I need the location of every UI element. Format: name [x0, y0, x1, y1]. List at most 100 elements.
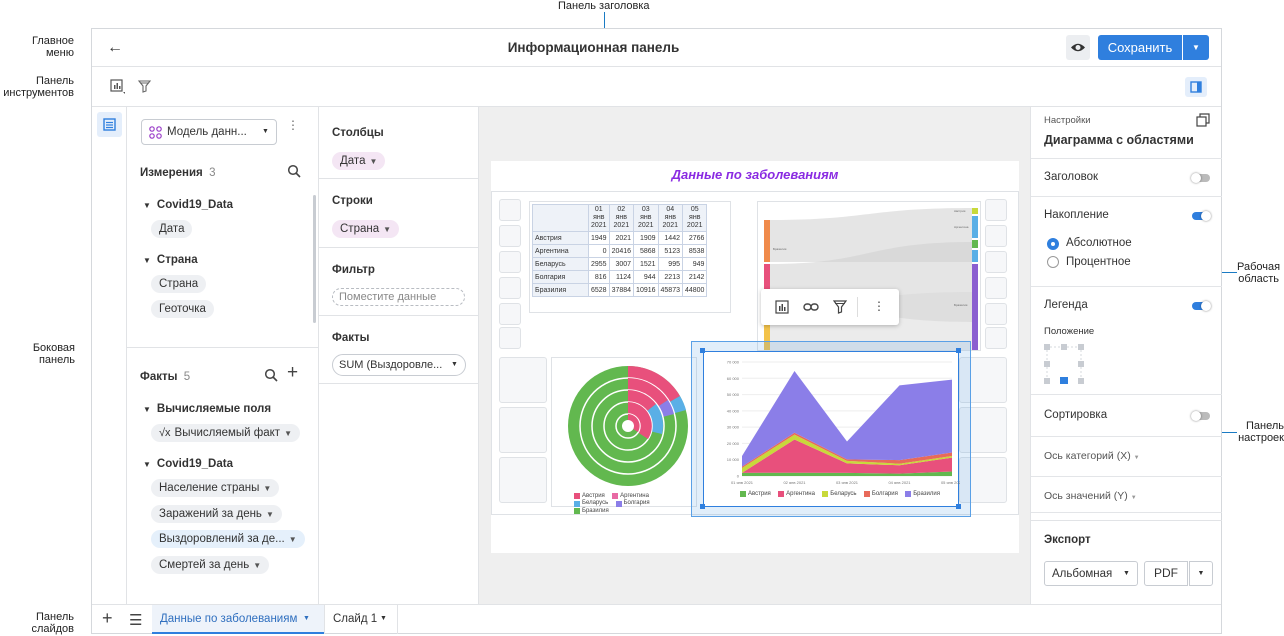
callout-title-panel: Панель заголовка: [558, 0, 650, 12]
chart-type-title: Диаграмма с областями: [1044, 133, 1194, 147]
y-axis-setting-row[interactable]: Ось значений (Y) ▼: [1031, 477, 1222, 513]
pivot-table-widget[interactable]: 01 янв 2021 02 янв 2021 03 янв 2021 04 янв 2021 …: [529, 201, 731, 313]
grid-cell: [985, 303, 1007, 325]
sorting-toggle[interactable]: [1191, 411, 1210, 421]
callout-slides: Панель слайдов: [31, 611, 74, 635]
title-panel: ← Информационная панель Сохранить ▼: [92, 29, 1221, 67]
area-chart: 70 000 60 000 50 000 40 000 30 000 20 000 10 0…: [727, 360, 964, 486]
copy-icon[interactable]: [1196, 113, 1210, 127]
model-icon: [149, 126, 162, 139]
dimensions-header: Измерения 3: [140, 167, 216, 179]
sidebar-splitter[interactable]: [127, 347, 319, 348]
percent-radio[interactable]: [1047, 256, 1059, 268]
sidebar-scrollbar[interactable]: [313, 195, 316, 323]
fact-chip[interactable]: Смертей за день ▼: [151, 556, 270, 574]
header-toggle[interactable]: [1191, 173, 1210, 183]
save-button[interactable]: Сохранить: [1098, 35, 1182, 60]
svg-text:Аргентина: Аргентина: [954, 225, 969, 229]
save-dropdown-button[interactable]: ▼: [1183, 35, 1209, 60]
chevron-down-icon: ▼: [451, 361, 458, 368]
legend-item: Болгария: [863, 491, 898, 498]
x-axis-setting-row[interactable]: Ось категорий (X) ▼: [1031, 437, 1222, 477]
table-row: Австрия 1949 2021 1909 1442 2766: [532, 231, 708, 245]
columns-slot: Столбцы Дата ▼: [319, 107, 478, 179]
data-panel-button[interactable]: [97, 112, 122, 137]
resize-handle[interactable]: [956, 504, 961, 509]
filter-drop-zone[interactable]: Поместите данные: [332, 288, 465, 306]
accumulation-toggle[interactable]: [1192, 211, 1211, 221]
model-select[interactable]: Модель данн... ▼: [141, 119, 277, 145]
legend-item: Болгария: [615, 500, 650, 507]
grid-cell: [499, 277, 521, 299]
tree-group-calculated[interactable]: ▼ Вычисляемые поля: [143, 401, 271, 415]
fact-chip[interactable]: Заражений за день ▼: [151, 505, 282, 523]
pivot-col-header: 04 янв 2021: [657, 204, 683, 232]
model-more-icon[interactable]: ⋮: [287, 119, 299, 131]
facts-select[interactable]: SUM (Выздоровле... ▼: [332, 354, 466, 376]
columns-chip[interactable]: Дата ▼: [332, 152, 386, 170]
slide-tab-active[interactable]: Данные по заболеваниям ▼: [152, 605, 324, 634]
dimension-chip[interactable]: Страна: [151, 275, 207, 293]
link-icon[interactable]: [803, 300, 819, 314]
search-icon[interactable]: [264, 368, 278, 382]
tree-group-dim-country[interactable]: ▼ Страна: [143, 252, 198, 266]
settings-panel-toggle-button[interactable]: [1185, 77, 1207, 97]
resize-handle[interactable]: [700, 504, 705, 509]
area-chart-widget[interactable]: 70 000 60 000 50 000 40 000 30 000 20 000 10 0…: [703, 351, 964, 507]
grid-cell: [985, 277, 1007, 299]
sankey-widget[interactable]: Бразилия Австрия Аргентина Бразилия: [757, 201, 981, 351]
dimension-chip[interactable]: Дата: [151, 220, 193, 238]
y-tick-label: 50 000: [727, 392, 740, 397]
table-row: Аргентина 0 20416 5868 5123 8538: [532, 244, 708, 258]
legend-item: Аргентина: [778, 491, 815, 498]
legend-position-picker[interactable]: [1044, 344, 1084, 384]
export-pdf-button[interactable]: PDF: [1144, 561, 1188, 586]
pivot-col-header: 02 янв 2021: [608, 204, 635, 232]
add-fact-icon[interactable]: +: [287, 362, 298, 384]
add-slide-icon[interactable]: +: [102, 608, 113, 629]
legend-item: Австрия: [740, 491, 771, 498]
x-tick-label: 05 янв 2021: [941, 480, 960, 485]
tree-group-fact-covid[interactable]: ▼ Covid19_Data: [143, 456, 233, 470]
pivot-col-header: 05 янв 2021: [681, 204, 708, 232]
table-row: Болгария 816 1124 944 2213 2142: [532, 270, 708, 284]
fact-chip[interactable]: Выздоровлений за де... ▼: [151, 530, 305, 548]
resize-handle[interactable]: [700, 348, 705, 353]
search-icon[interactable]: [287, 164, 301, 178]
grid-cell: [985, 327, 1007, 349]
slide-tab[interactable]: Слайд 1 ▼: [324, 605, 398, 634]
fact-chip[interactable]: Население страны ▼: [151, 479, 280, 497]
chart-insert-icon[interactable]: [110, 79, 126, 95]
chart-type-icon[interactable]: [775, 300, 789, 314]
grid-cell: [985, 199, 1007, 221]
caret-down-icon: ▼: [143, 201, 151, 210]
resize-handle[interactable]: [956, 348, 961, 353]
legend-toggle[interactable]: [1192, 301, 1211, 311]
eye-icon: [1071, 43, 1085, 52]
donut-widget[interactable]: Австрия Аргентина Беларусь Болгария Браз…: [551, 357, 697, 514]
slides-panel: + ☰ Данные по заболеваниям ▼ Слайд 1 ▼: [92, 604, 1221, 634]
dimension-chip[interactable]: Геоточка: [151, 300, 214, 318]
sidebar-nav: [92, 107, 127, 604]
rows-chip[interactable]: Страна ▼: [332, 220, 400, 238]
slides-menu-icon[interactable]: ☰: [129, 611, 142, 629]
orientation-select[interactable]: Альбомная ▼: [1044, 561, 1138, 586]
chevron-down-icon: ▼: [383, 224, 392, 234]
filter-slot: Фильтр Поместите данные: [319, 248, 478, 316]
filter-insert-icon[interactable]: [137, 79, 153, 95]
filter-icon[interactable]: [833, 300, 847, 314]
calculated-fact-chip[interactable]: √x Вычисляемый факт ▼: [151, 424, 300, 442]
x-tick-label: 01 янв 2021: [731, 480, 754, 485]
export-format-dropdown[interactable]: ▼: [1189, 561, 1213, 586]
page-title: Информационная панель: [507, 40, 680, 55]
donut-legend: Австрия Аргентина Беларусь Болгария Браз…: [574, 492, 694, 515]
chevron-down-icon: ▼: [1123, 570, 1130, 577]
chevron-down-icon: ▼: [1133, 455, 1140, 461]
y-tick-label: 40 000: [727, 408, 740, 413]
tree-group-dim-covid[interactable]: ▼ Covid19_Data: [143, 197, 233, 211]
more-vertical-icon[interactable]: ⋮: [873, 299, 885, 313]
preview-button[interactable]: [1066, 35, 1090, 60]
app-window: ← Информационная панель Сохранить ▼ Моде…: [91, 28, 1222, 634]
absolute-radio[interactable]: [1047, 238, 1059, 250]
y-tick-label: 60 000: [727, 376, 740, 381]
